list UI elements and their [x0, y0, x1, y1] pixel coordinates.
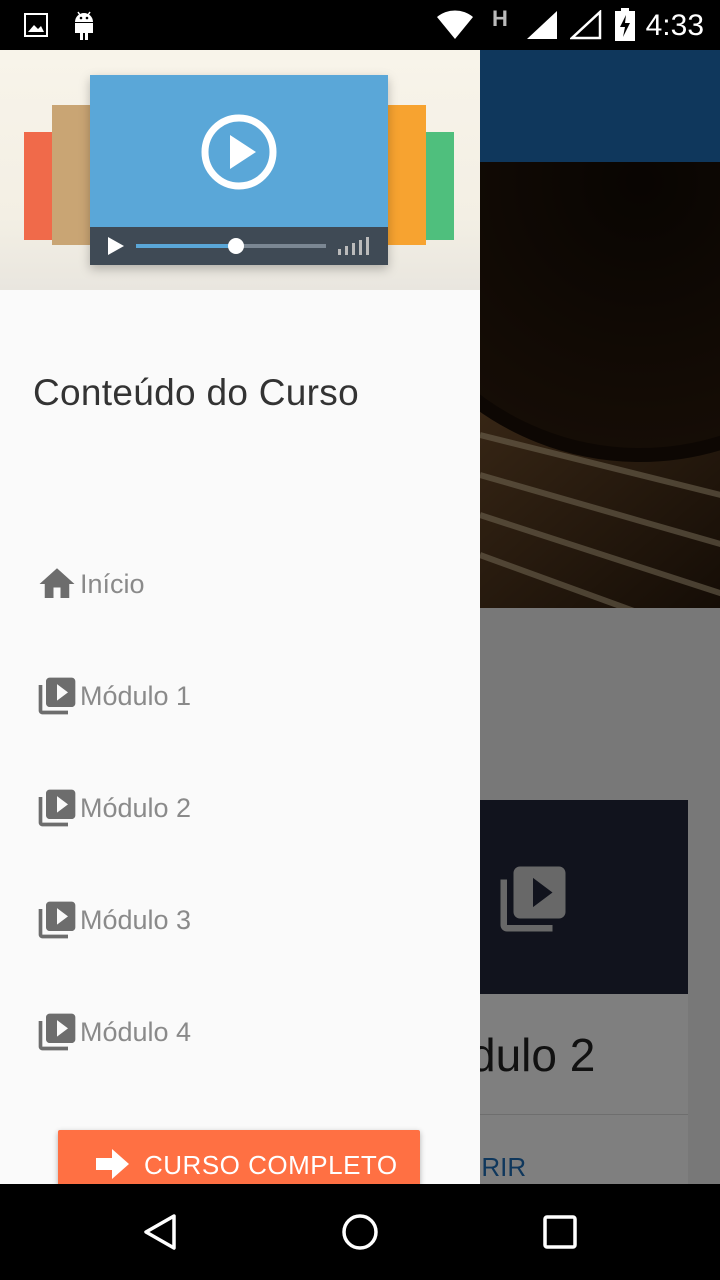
drawer-header-image — [0, 50, 480, 290]
signal-icon — [526, 10, 558, 45]
image-icon — [24, 13, 48, 42]
video-library-icon — [34, 1009, 80, 1055]
nav-item-modulo-1[interactable]: Módulo 1 — [34, 666, 454, 726]
curso-completo-button[interactable]: CURSO COMPLETO — [58, 1130, 420, 1184]
nav-item-modulo-3[interactable]: Módulo 3 — [34, 890, 454, 950]
nav-item-label: Módulo 2 — [80, 792, 192, 823]
nav-item-inicio[interactable]: Início — [34, 554, 454, 614]
battery-charging-icon — [614, 8, 636, 47]
status-bar: H 4:33 — [0, 0, 720, 50]
video-library-icon — [34, 897, 80, 943]
nav-item-modulo-2[interactable]: Módulo 2 — [34, 778, 454, 838]
nav-item-label: Módulo 4 — [80, 1016, 192, 1047]
status-time: 4:33 — [645, 9, 704, 42]
drawer-course-title: Conteúdo do Curso — [33, 372, 359, 413]
video-library-icon — [34, 785, 80, 831]
curso-completo-label: CURSO COMPLETO — [144, 1149, 398, 1180]
video-library-icon — [34, 673, 80, 719]
home-icon — [34, 561, 80, 607]
network-type-label: H — [492, 6, 508, 31]
nav-item-label: Módulo 3 — [80, 904, 192, 935]
system-navigation-bar — [0, 1184, 720, 1280]
recents-icon[interactable] — [540, 1212, 580, 1252]
nav-item-label: Início — [80, 568, 145, 599]
nav-item-modulo-4[interactable]: Módulo 4 — [34, 1002, 454, 1062]
video-player-illustration — [90, 75, 388, 265]
home-circle-icon[interactable] — [340, 1212, 380, 1252]
wifi-icon — [436, 10, 474, 45]
navigation-drawer: Conteúdo do Curso Início Módulo 1 Módulo… — [0, 50, 480, 1184]
nav-item-label: Módulo 1 — [80, 680, 192, 711]
arrow-right-icon — [96, 1148, 130, 1183]
back-icon[interactable] — [140, 1212, 180, 1252]
player-controls — [90, 227, 388, 265]
signal-empty-icon — [568, 9, 602, 45]
android-icon — [72, 8, 96, 47]
play-circle-icon — [200, 113, 278, 196]
